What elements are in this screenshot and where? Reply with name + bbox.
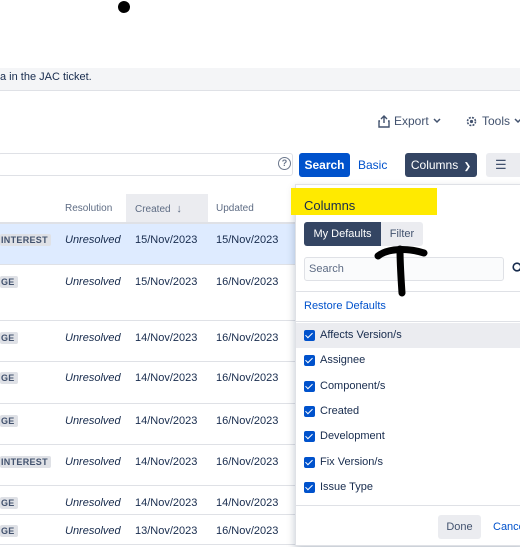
column-option-label: Issue Type <box>320 480 373 493</box>
updated-cell: 15/Nov/2023 <box>216 234 279 246</box>
column-option[interactable]: Affects Version/s <box>296 323 520 348</box>
cancel-link[interactable]: Cance <box>493 521 520 533</box>
export-label: Export <box>394 114 429 128</box>
resolution-cell: Unresolved <box>65 456 121 468</box>
column-option[interactable]: Fix Version/s <box>296 450 520 475</box>
status-badge: INTEREST <box>0 456 51 468</box>
basic-search-link[interactable]: Basic <box>358 158 387 172</box>
done-button[interactable]: Done <box>438 515 481 539</box>
status-badge: GE <box>0 415 18 427</box>
updated-cell: 16/Nov/2023 <box>216 276 279 288</box>
updated-cell: 16/Nov/2023 <box>216 415 279 427</box>
column-option[interactable]: Development <box>296 424 520 449</box>
table-row[interactable]: GE Unresolved 13/Nov/2023 16/Nov/2023 <box>0 515 300 545</box>
updated-cell: 16/Nov/2023 <box>216 332 279 344</box>
status-badge: GE <box>0 497 18 509</box>
checkbox[interactable] <box>304 405 315 417</box>
table-row[interactable]: GE Unresolved 14/Nov/2023 14/Nov/2023 <box>0 487 300 515</box>
info-banner-text: a in the JAC ticket. <box>0 71 92 83</box>
table-row[interactable]: GE Unresolved 14/Nov/2023 16/Nov/2023 <box>0 322 300 362</box>
divider <box>296 505 520 506</box>
resolution-cell: Unresolved <box>65 234 121 246</box>
created-cell: 14/Nov/2023 <box>135 332 198 344</box>
resolution-cell: Unresolved <box>65 415 121 427</box>
status-badge: GE <box>0 525 18 537</box>
updated-cell: 16/Nov/2023 <box>216 456 279 468</box>
column-option-label: Development <box>320 430 385 443</box>
column-option[interactable]: Created <box>296 399 520 424</box>
view-menu-button[interactable]: ☰ <box>486 153 520 177</box>
tools-label: Tools <box>482 114 511 128</box>
gear-icon <box>466 116 477 126</box>
checkbox[interactable] <box>304 330 315 341</box>
updated-cell: 16/Nov/2023 <box>216 372 279 384</box>
annotation-dot <box>118 1 130 13</box>
checkbox[interactable] <box>304 431 315 443</box>
divider <box>296 321 520 322</box>
search-button[interactable]: Search <box>299 153 350 177</box>
updated-cell: 16/Nov/2023 <box>216 525 279 537</box>
help-icon[interactable]: ? <box>278 157 291 170</box>
created-cell: 15/Nov/2023 <box>135 234 198 246</box>
jql-search-input[interactable] <box>0 153 293 176</box>
annotation-arrow-icon <box>374 245 428 297</box>
status-badge: GE <box>0 372 18 384</box>
resolution-cell: Unresolved <box>65 372 121 384</box>
created-cell: 14/Nov/2023 <box>135 497 198 509</box>
table-row[interactable]: GE Unresolved 14/Nov/2023 16/Nov/2023 <box>0 405 300 445</box>
created-cell: 14/Nov/2023 <box>135 415 198 427</box>
column-header-updated[interactable]: Updated <box>216 194 254 222</box>
resolution-cell: Unresolved <box>65 332 121 344</box>
search-icon[interactable] <box>512 262 520 274</box>
column-option-label: Assignee <box>320 354 366 367</box>
column-option-label: Created <box>320 404 360 417</box>
info-banner: a in the JAC ticket. <box>0 68 520 91</box>
column-option-label: Fix Version/s <box>320 455 383 468</box>
columns-button[interactable]: Columns ❯ <box>405 153 477 177</box>
table-row[interactable]: INTEREST Unresolved 14/Nov/2023 16/Nov/2023 <box>0 446 300 486</box>
resolution-cell: Unresolved <box>65 497 121 509</box>
column-header-created-label: Created <box>135 204 171 215</box>
created-cell: 14/Nov/2023 <box>135 372 198 384</box>
table-header: Resolution Created ↓ Updated <box>0 194 300 224</box>
tab-my-defaults[interactable]: My Defaults <box>304 222 381 246</box>
created-cell: 14/Nov/2023 <box>135 456 198 468</box>
columns-panel-title: Columns <box>291 188 437 215</box>
table-row[interactable]: GE Unresolved 15/Nov/2023 16/Nov/2023 <box>0 266 300 321</box>
checkbox[interactable] <box>304 456 315 468</box>
export-button[interactable]: Export <box>378 111 441 131</box>
column-option[interactable]: Component/s <box>296 374 520 399</box>
updated-cell: 14/Nov/2023 <box>216 497 279 509</box>
status-badge: GE <box>0 276 18 288</box>
column-option[interactable]: Assignee <box>296 348 520 373</box>
column-header-created[interactable]: Created ↓ <box>126 194 208 222</box>
column-header-resolution[interactable]: Resolution <box>65 194 112 222</box>
table-row[interactable]: INTEREST Unresolved 15/Nov/2023 15/Nov/2023 <box>0 224 300 265</box>
chevron-down-icon <box>433 118 441 124</box>
resolution-cell: Unresolved <box>65 525 121 537</box>
created-cell: 13/Nov/2023 <box>135 525 198 537</box>
table-row[interactable]: GE Unresolved 14/Nov/2023 16/Nov/2023 <box>0 362 300 404</box>
column-option-label: Component/s <box>320 379 386 392</box>
chevron-down-icon: ❯ <box>463 161 472 171</box>
tools-button[interactable]: Tools <box>465 111 520 131</box>
checkbox[interactable] <box>304 380 315 392</box>
resolution-cell: Unresolved <box>65 276 121 288</box>
checkbox[interactable] <box>304 481 315 493</box>
chevron-down-icon <box>514 118 520 124</box>
status-badge: GE <box>0 332 18 344</box>
status-badge: INTEREST <box>0 234 51 246</box>
list-icon: ☰ <box>495 157 507 172</box>
column-option-label: Affects Version/s <box>320 329 402 341</box>
created-cell: 15/Nov/2023 <box>135 276 198 288</box>
sort-descending-icon: ↓ <box>176 203 182 215</box>
restore-defaults-link[interactable]: Restore Defaults <box>304 300 386 312</box>
checkbox[interactable] <box>304 355 315 367</box>
column-option[interactable]: Issue Type <box>296 475 520 500</box>
columns-button-label: Columns <box>410 158 459 172</box>
share-icon <box>378 114 390 128</box>
